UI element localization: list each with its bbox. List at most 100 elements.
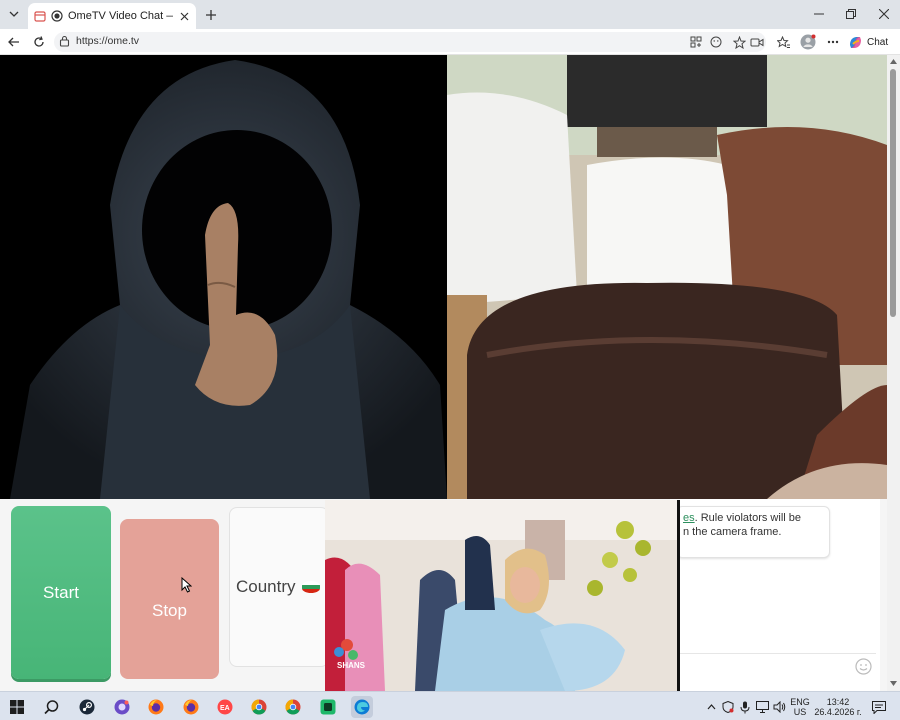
calendar-favicon-icon bbox=[34, 10, 46, 22]
chrome-icon bbox=[251, 699, 267, 715]
microphone-icon bbox=[740, 701, 750, 713]
browser-titlebar: OmeTV Video Chat — Omegle bbox=[0, 0, 900, 29]
steam-icon bbox=[79, 699, 95, 715]
browser-tab[interactable]: OmeTV Video Chat — Omegle bbox=[28, 3, 196, 29]
chat-input[interactable] bbox=[676, 653, 876, 679]
restore-button[interactable] bbox=[840, 4, 862, 24]
ometv-page: Start Stop Country es. Rule violators wi… bbox=[0, 55, 887, 691]
taskbar-chat-app[interactable] bbox=[111, 696, 133, 718]
language-code: ENG bbox=[790, 697, 810, 707]
arrow-left-icon bbox=[8, 37, 19, 47]
start-button[interactable]: Start bbox=[11, 506, 111, 679]
local-video bbox=[0, 55, 447, 499]
notification-icon bbox=[872, 700, 886, 714]
game-controller-icon bbox=[320, 699, 336, 715]
back-button[interactable] bbox=[5, 33, 23, 51]
emoji-icon[interactable] bbox=[708, 34, 724, 50]
clock-date: 26.4.2026 г. bbox=[814, 707, 862, 717]
favorite-star-icon[interactable] bbox=[731, 34, 747, 50]
copilot-chat-button[interactable]: Chat bbox=[848, 33, 888, 51]
hooded-figure-image bbox=[0, 55, 447, 499]
close-window-button[interactable] bbox=[873, 4, 895, 24]
windows-logo-icon bbox=[10, 700, 24, 714]
clock[interactable]: 13:42 26.4.2026 г. bbox=[812, 697, 864, 717]
party-scene-image: SHANS bbox=[325, 500, 677, 691]
svg-text:EA: EA bbox=[220, 705, 230, 712]
profile-button[interactable] bbox=[799, 33, 817, 51]
scroll-up-arrow-icon[interactable] bbox=[889, 57, 898, 66]
recording-indicator-icon bbox=[51, 10, 63, 22]
mouse-cursor-icon bbox=[181, 577, 192, 593]
tab-close-icon[interactable] bbox=[178, 10, 190, 22]
lock-icon bbox=[59, 35, 70, 50]
chat-label: Chat bbox=[867, 36, 889, 48]
minimize-icon bbox=[814, 13, 824, 15]
country-flag-icon bbox=[301, 581, 320, 593]
taskbar-ea-app[interactable]: EA bbox=[214, 696, 236, 718]
chrome-icon bbox=[285, 699, 301, 715]
country-label: Country bbox=[236, 577, 296, 596]
start-menu-button[interactable] bbox=[6, 696, 28, 718]
windows-taskbar: EA ENG US 13:42 26.4.2026 г. bbox=[0, 691, 900, 720]
rules-text-1: . Rule violators will be bbox=[694, 512, 801, 524]
language-indicator[interactable]: ENG US bbox=[788, 697, 812, 717]
notifications-button[interactable] bbox=[868, 696, 890, 718]
firefox-icon bbox=[148, 699, 164, 715]
rules-link[interactable]: es bbox=[683, 512, 695, 524]
country-button[interactable]: Country bbox=[229, 507, 329, 667]
popup-watermark: SHANS bbox=[337, 661, 366, 670]
shield-icon bbox=[722, 701, 734, 713]
network-icon bbox=[755, 701, 769, 713]
new-tab-button[interactable] bbox=[202, 6, 220, 24]
taskbar-chrome-2[interactable] bbox=[282, 696, 304, 718]
copilot-icon bbox=[850, 36, 861, 48]
taskbar-firefox-2[interactable] bbox=[180, 696, 202, 718]
remote-video bbox=[447, 55, 887, 499]
tray-microphone[interactable] bbox=[737, 696, 753, 718]
refresh-icon bbox=[34, 36, 44, 47]
emoji-picker-icon[interactable] bbox=[855, 658, 872, 678]
taskbar-game-app[interactable] bbox=[317, 696, 339, 718]
more-dots-icon bbox=[827, 40, 839, 44]
camera-in-use-icon[interactable] bbox=[749, 34, 765, 50]
minimize-button[interactable] bbox=[808, 4, 830, 24]
tab-list-button[interactable] bbox=[4, 4, 24, 24]
stop-button[interactable]: Stop bbox=[120, 519, 219, 679]
tray-overflow-chevron[interactable] bbox=[704, 696, 718, 718]
refresh-button[interactable] bbox=[30, 33, 48, 51]
tray-security[interactable] bbox=[720, 696, 736, 718]
favorites-button[interactable] bbox=[774, 33, 792, 51]
taskbar-firefox-1[interactable] bbox=[145, 696, 167, 718]
edge-icon bbox=[354, 699, 370, 715]
chat-panel: es. Rule violators will be n the camera … bbox=[670, 499, 880, 691]
rules-message: es. Rule violators will be n the camera … bbox=[676, 506, 830, 558]
page-scrollbar[interactable] bbox=[887, 55, 900, 691]
ea-icon: EA bbox=[217, 699, 233, 715]
firefox-icon bbox=[183, 699, 199, 715]
search-button[interactable] bbox=[40, 696, 62, 718]
taskbar-edge[interactable] bbox=[351, 696, 373, 718]
scrollbar-thumb[interactable] bbox=[890, 69, 896, 317]
tray-network[interactable] bbox=[754, 696, 770, 718]
chat-app-icon bbox=[114, 699, 130, 715]
chevron-up-icon bbox=[707, 704, 715, 710]
popup-video-overlay[interactable]: SHANS bbox=[325, 500, 680, 691]
address-bar[interactable]: https://ome.tv bbox=[54, 32, 766, 52]
search-icon bbox=[43, 699, 58, 714]
favorites-list-icon bbox=[776, 35, 790, 48]
room-scene-image bbox=[447, 55, 887, 499]
avatar-icon bbox=[800, 34, 816, 50]
app-grid-icon[interactable] bbox=[688, 34, 704, 50]
keyboard-layout: US bbox=[793, 707, 807, 717]
plus-icon bbox=[206, 10, 216, 20]
clock-time: 13:42 bbox=[826, 697, 850, 707]
scroll-down-arrow-icon[interactable] bbox=[889, 679, 898, 688]
tray-volume[interactable] bbox=[771, 696, 787, 718]
chevron-down-icon bbox=[9, 11, 19, 17]
more-menu-button[interactable] bbox=[824, 33, 842, 51]
taskbar-chrome-1[interactable] bbox=[248, 696, 270, 718]
browser-toolbar: https://ome.tv Chat bbox=[0, 29, 900, 55]
taskbar-steam[interactable] bbox=[76, 696, 98, 718]
restore-icon bbox=[846, 9, 856, 19]
speaker-icon bbox=[773, 701, 785, 713]
